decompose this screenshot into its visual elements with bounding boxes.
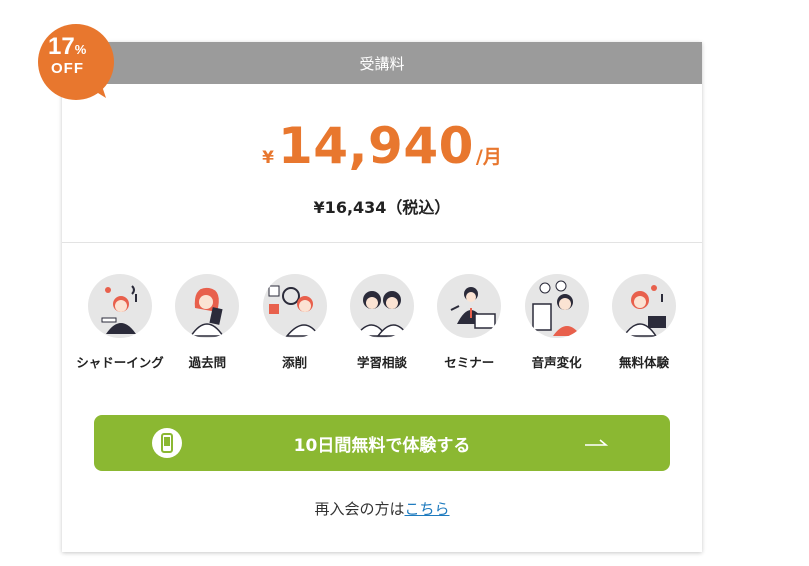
rejoin-prefix: 再入会の方は: [314, 500, 405, 518]
feature-label: 音声変化: [531, 355, 582, 370]
feature-label: シャドーイング: [76, 355, 164, 370]
seminar-illustration: [437, 274, 502, 338]
divider: [62, 242, 702, 243]
price-tax-included: ¥16,434（税込）: [313, 198, 451, 217]
study-consultation-illustration: [349, 274, 414, 338]
feature-sound-change: 音声変化: [517, 274, 597, 371]
feature-label: 無料体験: [618, 355, 669, 370]
pricing-card: 受講料 ¥ 14,940 /月 ¥16,434（税込） シャドーイング 過去問 …: [62, 42, 702, 552]
rejoin-link[interactable]: こちら: [405, 500, 450, 518]
price-unit: /月: [475, 146, 502, 168]
smartphone-icon: [152, 428, 182, 458]
rejoin-text: 再入会の方はこちら: [62, 498, 702, 519]
past-exams-illustration: [175, 274, 240, 338]
discount-percentage: 17%: [48, 33, 87, 60]
free-trial-illustration: [611, 274, 676, 338]
feature-study-consultation: 学習相談: [342, 274, 422, 371]
sound-change-illustration: [524, 274, 589, 338]
feature-label: 過去問: [188, 355, 227, 370]
feature-label: 添削: [282, 355, 308, 370]
feature-seminar: セミナー: [429, 274, 509, 371]
free-trial-button[interactable]: 10日間無料で体験する: [94, 415, 670, 471]
feature-list: シャドーイング 過去問 添削 学習相談 セミナー 音声変化 無料体験: [76, 274, 684, 371]
free-trial-button-label: 10日間無料で体験する: [293, 435, 471, 456]
feature-label: セミナー: [444, 355, 495, 370]
feature-past-exams: 過去問: [167, 274, 247, 371]
price-currency: ¥: [262, 148, 274, 168]
discount-off-label: OFF: [51, 60, 84, 77]
card-header: 受講料: [62, 42, 702, 84]
card-header-title: 受講料: [359, 54, 405, 73]
monthly-price: ¥ 14,940 /月: [62, 118, 702, 174]
price-amount: 14,940: [277, 117, 474, 175]
correction-illustration: [262, 274, 327, 338]
feature-shadowing: シャドーイング: [76, 274, 164, 371]
feature-label: 学習相談: [356, 355, 407, 370]
arrow-right-icon: [584, 435, 609, 454]
feature-free-trial: 無料体験: [604, 274, 684, 371]
discount-badge: 17% OFF: [36, 22, 116, 102]
feature-correction: 添削: [255, 274, 335, 371]
shadowing-illustration: [88, 274, 152, 338]
